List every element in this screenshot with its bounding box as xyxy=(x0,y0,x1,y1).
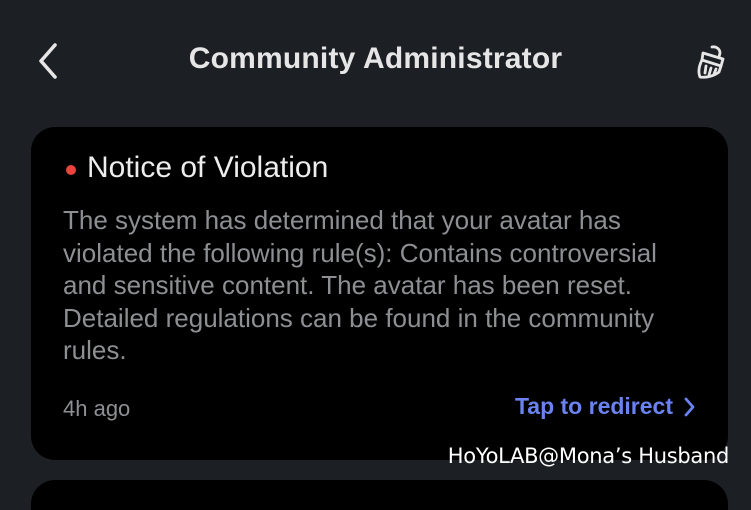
redirect-link[interactable]: Tap to redirect xyxy=(515,393,696,420)
broom-icon xyxy=(697,45,725,79)
notification-timestamp: 4h ago xyxy=(63,396,131,421)
redirect-label: Tap to redirect xyxy=(514,393,673,419)
notification-card[interactable]: Notice of Violation The system has deter… xyxy=(31,127,728,460)
notification-body: The system has determined that your avat… xyxy=(63,205,657,365)
chevron-right-icon xyxy=(683,396,696,418)
page-title: Community Administrator xyxy=(188,42,563,75)
unread-indicator xyxy=(66,165,76,175)
watermark: HoYoLAB@Mona’s Husband xyxy=(447,444,730,468)
clear-notifications-button[interactable] xyxy=(690,40,734,84)
next-notification-card[interactable] xyxy=(31,480,728,510)
top-bar: Community Administrator xyxy=(0,0,751,120)
notification-title: Notice of Violation xyxy=(87,151,329,184)
